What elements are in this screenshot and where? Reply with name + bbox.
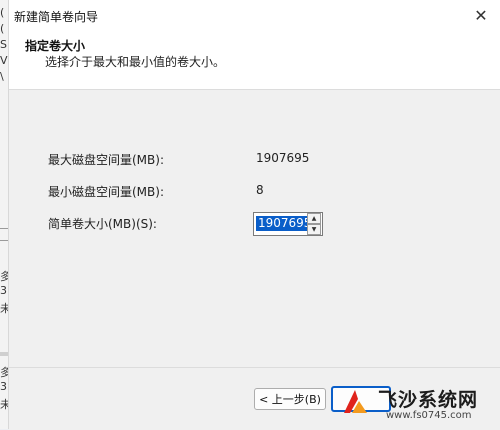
back-button-label: < 上一步(B) xyxy=(259,393,321,406)
site-watermark: 飞沙系统网 www.fs0745.com xyxy=(336,385,500,429)
chevron-up-icon: ▲ xyxy=(311,215,317,222)
close-icon: ✕ xyxy=(474,5,488,25)
bg-fragment: S xyxy=(0,38,7,51)
new-simple-volume-wizard: 新建简单卷向导 ✕ 指定卷大小 选择介于最大和最小值的卷大小。 最大磁盘空间量(… xyxy=(8,0,500,430)
spin-up-button[interactable]: ▲ xyxy=(307,213,321,224)
bg-fragment: 3 xyxy=(0,380,7,393)
bg-divider xyxy=(0,352,8,356)
page-title: 指定卷大小 xyxy=(25,39,86,53)
bg-divider xyxy=(0,228,8,229)
max-space-label: 最大磁盘空间量(MB): xyxy=(48,153,164,167)
min-space-value: 8 xyxy=(256,183,264,197)
title-bar: 新建简单卷向导 ✕ xyxy=(9,0,500,31)
max-space-value: 1907695 xyxy=(256,151,310,165)
bg-fragment: 3 xyxy=(0,284,7,297)
watermark-brand: 飞沙系统网 xyxy=(378,389,479,411)
chevron-down-icon: ▼ xyxy=(311,226,317,233)
wizard-content: 最大磁盘空间量(MB): 1907695 最小磁盘空间量(MB): 8 简单卷大… xyxy=(9,90,500,367)
watermark-url: www.fs0745.com xyxy=(386,410,472,421)
bg-divider xyxy=(0,240,8,241)
page-subtitle: 选择介于最大和最小值的卷大小。 xyxy=(45,55,226,69)
bg-fragment: ( xyxy=(0,6,5,19)
wizard-header: 指定卷大小 选择介于最大和最小值的卷大小。 xyxy=(9,31,500,90)
bg-fragment: V xyxy=(0,54,8,67)
watermark-logo-icon xyxy=(344,390,367,413)
bg-fragment: ( xyxy=(0,22,5,35)
back-button[interactable]: < 上一步(B) xyxy=(254,388,326,410)
bg-fragment: \ xyxy=(0,70,4,83)
min-space-label: 最小磁盘空间量(MB): xyxy=(48,185,164,199)
volume-size-label: 简单卷大小(MB)(S): xyxy=(48,217,157,231)
window-title: 新建简单卷向导 xyxy=(14,10,99,24)
volume-size-input[interactable]: 1907695 xyxy=(256,216,314,231)
spin-down-button[interactable]: ▼ xyxy=(307,224,321,235)
close-button[interactable]: ✕ xyxy=(467,3,495,27)
